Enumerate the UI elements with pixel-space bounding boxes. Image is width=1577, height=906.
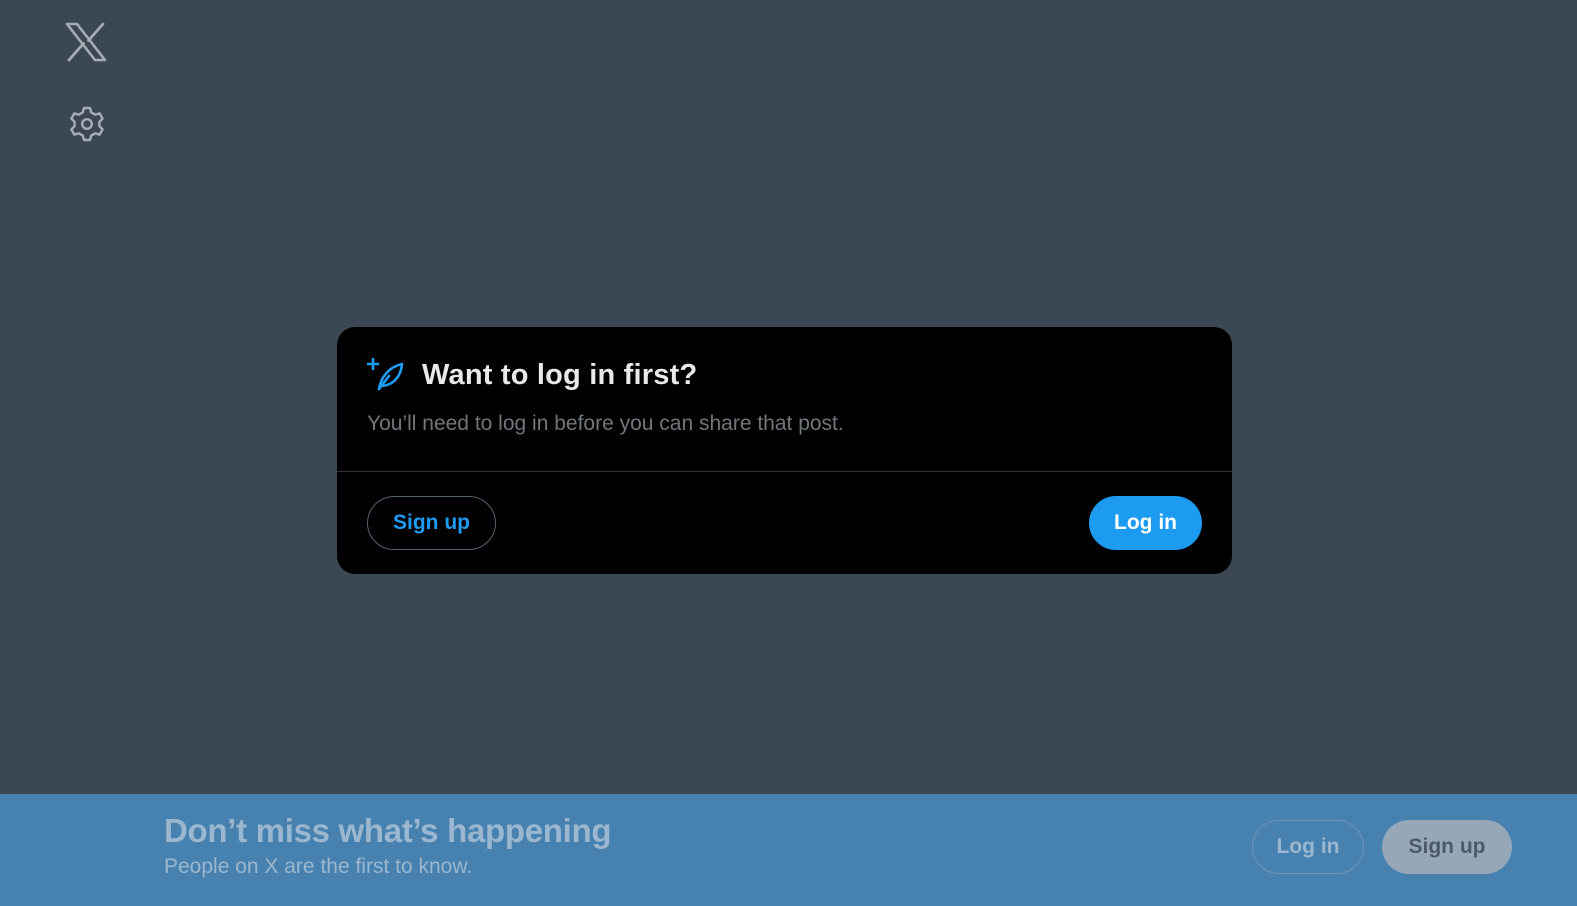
page: Want to log in first? You’ll need to log…: [0, 0, 1577, 906]
dialog-sign-up-button[interactable]: Sign up: [367, 496, 496, 550]
dialog-log-in-button[interactable]: Log in: [1089, 496, 1202, 550]
dialog-divider: [337, 471, 1232, 472]
login-prompt-dialog: Want to log in first? You’ll need to log…: [337, 327, 1232, 574]
bottom-signup-banner: Don’t miss what’s happening People on X …: [0, 794, 1577, 906]
x-logo-icon[interactable]: [64, 22, 108, 62]
gear-icon[interactable]: [68, 105, 106, 143]
banner-log-in-button[interactable]: Log in: [1252, 820, 1364, 874]
dialog-title: Want to log in first?: [422, 358, 698, 391]
banner-subtitle: People on X are the first to know.: [164, 855, 473, 878]
feather-plus-icon: [366, 357, 405, 393]
dialog-message: You’ll need to log in before you can sha…: [367, 412, 844, 435]
dialog-header: Want to log in first?: [366, 357, 698, 393]
banner-title: Don’t miss what’s happening: [164, 812, 612, 849]
banner-sign-up-button[interactable]: Sign up: [1382, 820, 1512, 874]
